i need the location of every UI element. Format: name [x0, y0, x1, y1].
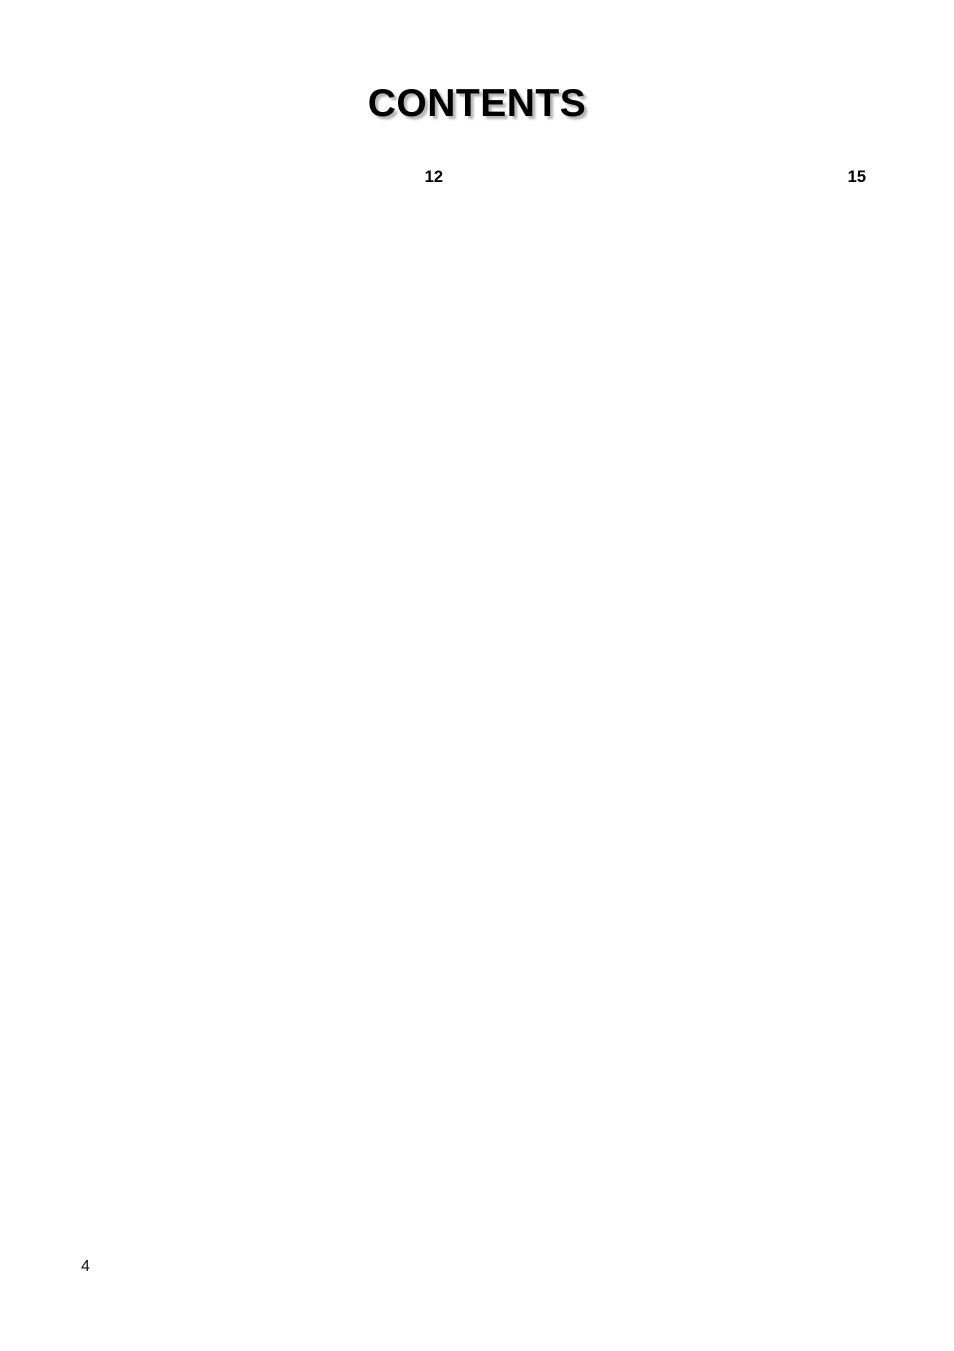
page-title: CONTENTS: [367, 82, 587, 125]
toc-column-user: Instructions for the User Guide to use t…: [81, 168, 443, 1087]
toc-entry-page-number: 15: [503, 168, 866, 435]
toc-group: Electrical Connection15: [503, 168, 866, 435]
toc-entry[interactable]: Electrical Connection15: [503, 168, 866, 435]
toc-group: Guarantee Conditions12: [81, 168, 443, 1087]
toc-column-installer: Instructions for the Installer Technical…: [503, 168, 866, 435]
toc-entry[interactable]: Guarantee Conditions12: [81, 168, 443, 1087]
folio-page-number: 4: [81, 1258, 90, 1275]
toc-group-list-installer: Technical data13Installing the Appliance…: [503, 168, 866, 435]
contents-page: CONTENTS Instructions for the User Guide…: [0, 0, 954, 1351]
toc-group-list-user: Guide to use the instruction book2Import…: [81, 168, 443, 1087]
toc-entry-page-number: 12: [81, 168, 443, 1087]
